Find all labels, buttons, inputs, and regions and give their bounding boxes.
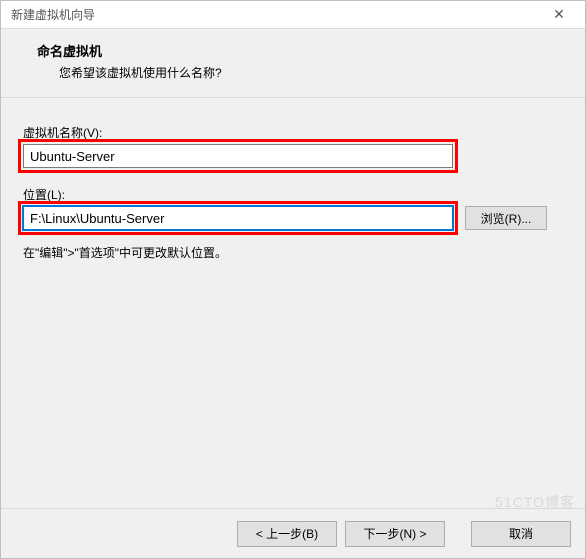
wizard-content: 虚拟机名称(V): 位置(L): 浏览(R)... 在"编辑">"首选项"中可更… [1,98,585,508]
close-icon: ✕ [553,6,565,23]
vm-location-input[interactable] [23,206,453,230]
wizard-header: 命名虚拟机 您希望该虚拟机使用什么名称? [1,29,585,98]
vm-name-input[interactable] [23,144,453,168]
vm-location-label: 位置(L): [23,186,563,203]
browse-button[interactable]: 浏览(R)... [465,206,547,230]
wizard-footer: < 上一步(B) 下一步(N) > 取消 [1,508,585,558]
page-title: 命名虚拟机 [37,41,561,60]
titlebar: 新建虚拟机向导 ✕ [1,1,585,29]
cancel-button[interactable]: 取消 [471,521,571,547]
new-vm-wizard-dialog: 新建虚拟机向导 ✕ 命名虚拟机 您希望该虚拟机使用什么名称? 虚拟机名称(V):… [0,0,586,559]
window-title: 新建虚拟机向导 [11,6,539,23]
vm-name-label: 虚拟机名称(V): [23,124,563,141]
next-button[interactable]: 下一步(N) > [345,521,445,547]
location-hint: 在"编辑">"首选项"中可更改默认位置。 [23,244,563,261]
back-button[interactable]: < 上一步(B) [237,521,337,547]
close-button[interactable]: ✕ [539,2,579,28]
page-subtitle: 您希望该虚拟机使用什么名称? [59,64,561,81]
